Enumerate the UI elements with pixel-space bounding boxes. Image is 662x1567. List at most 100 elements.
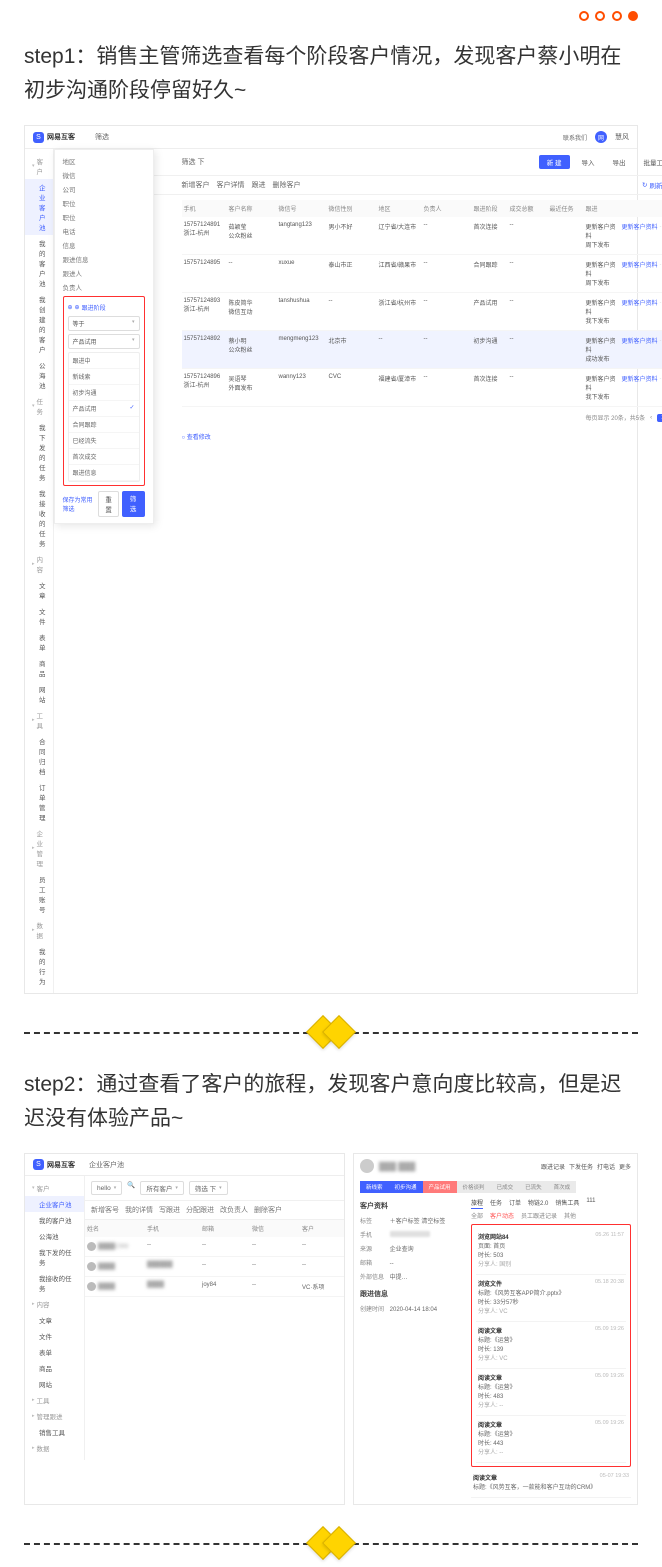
filter-field[interactable]: 信息 <box>63 240 145 250</box>
timeline-tab[interactable]: 111 <box>586 1198 595 1209</box>
sidebar-group[interactable]: 工具 <box>25 707 53 733</box>
stage-step[interactable]: 价格谈判 <box>457 1181 491 1193</box>
sidebar-item[interactable]: 商品 <box>25 1360 84 1376</box>
search-input[interactable]: hello <box>91 1181 122 1195</box>
sidebar-item[interactable]: 表单 <box>25 1344 84 1360</box>
timeline-tab[interactable]: 物链2.0 <box>528 1198 548 1209</box>
sidebar-item[interactable]: 企业客户池 <box>25 1196 84 1212</box>
row-action-link[interactable]: 更新客户资料 <box>622 301 658 307</box>
sidebar-item[interactable]: 我的行为 <box>25 943 53 989</box>
sidebar-group[interactable]: 任务 <box>25 393 53 419</box>
import-button[interactable]: 导入 <box>576 155 601 169</box>
sidebar-item[interactable]: 文件 <box>25 1328 84 1344</box>
timeline-subtab[interactable]: 客户动态 <box>490 1211 514 1220</box>
pager-prev[interactable]: ‹ <box>650 415 652 421</box>
stage-option[interactable]: 已经流失 <box>69 433 139 449</box>
sidebar-item[interactable]: 网站 <box>25 1376 84 1392</box>
filter-field[interactable]: 公司 <box>63 184 145 194</box>
filter-field[interactable]: 跟进人 <box>63 268 145 278</box>
sidebar-item[interactable]: 文章 <box>25 1312 84 1328</box>
sidebar-item[interactable]: 公海池 <box>25 357 53 393</box>
sidebar-item[interactable]: 我接收的任务 <box>25 485 53 551</box>
sidebar-item[interactable]: 商品 <box>25 655 53 681</box>
sidebar-group[interactable]: 企业管理 <box>25 825 53 871</box>
toolbar-item[interactable]: 新增客号 <box>91 1205 119 1215</box>
toolbar-item[interactable]: 改负责人 <box>220 1205 248 1215</box>
filter-field[interactable]: 跟进信息 <box>63 254 145 264</box>
sidebar-item[interactable]: 公海池 <box>25 1228 84 1244</box>
app-logo[interactable]: S 网易互客 <box>33 132 75 143</box>
filter-field[interactable]: 负责人 <box>63 282 145 292</box>
sidebar-item[interactable]: 我的客户池 <box>25 1212 84 1228</box>
filter-field[interactable]: 电话 <box>63 226 145 236</box>
operator-select[interactable]: 等于 <box>68 316 140 331</box>
sidebar-group[interactable]: 管理跟进 <box>25 1408 84 1424</box>
sidebar-group[interactable]: 客户 <box>25 153 53 179</box>
profile-action-button[interactable]: 跟进记录 <box>541 1162 565 1171</box>
sidebar-item[interactable]: 合同归档 <box>25 733 53 779</box>
row-action-link[interactable]: 更新客户资料 <box>622 263 658 269</box>
table-row[interactable]: ████2368-------- <box>85 1237 344 1257</box>
stage-step[interactable]: 新线索 <box>360 1181 389 1193</box>
filter-field[interactable]: 地区 <box>63 156 145 166</box>
sidebar-group[interactable]: 内容 <box>25 1296 84 1312</box>
table-row[interactable]: ██████████------ <box>85 1257 344 1277</box>
toolbar-item[interactable]: 删除客户 <box>273 180 301 190</box>
sidebar-group[interactable]: 数据 <box>25 917 53 943</box>
reset-button[interactable]: 重置 <box>98 491 119 517</box>
stage-step[interactable]: 首次成 <box>548 1181 577 1193</box>
contact-us-link[interactable]: 联系我们 <box>563 133 587 142</box>
timeline-tab[interactable]: 旅程 <box>471 1198 483 1209</box>
sidebar-item[interactable]: 我接收的任务 <box>25 1270 84 1296</box>
export-button[interactable]: 导出 <box>607 155 632 169</box>
stage-step[interactable]: 已流失 <box>519 1181 548 1193</box>
profile-action-button[interactable]: 更多 <box>619 1162 631 1171</box>
stage-option[interactable]: 初步沟通 <box>69 385 139 401</box>
timeline-tab[interactable]: 任务 <box>490 1198 502 1209</box>
row-action-link[interactable]: 更新客户资料 <box>622 377 658 383</box>
stage-option[interactable]: 首次成交 <box>69 449 139 465</box>
stage-option[interactable]: 跟进信息 <box>69 465 139 481</box>
sidebar-item[interactable]: 企业客户池 <box>25 179 53 235</box>
sidebar-item[interactable]: 销售工具 <box>25 1424 84 1440</box>
pager-page[interactable]: 1 <box>657 414 662 422</box>
new-button[interactable]: 新 建 <box>539 155 570 169</box>
stage-value-select[interactable]: 产品试用 <box>68 334 140 349</box>
row-action-link[interactable]: 更新客户资料 <box>622 339 658 345</box>
toolbar-item[interactable]: 客户详情 <box>217 180 245 190</box>
stage-step[interactable]: 已成交 <box>491 1181 520 1193</box>
sidebar-group[interactable]: 内容 <box>25 551 53 577</box>
timeline-subtab[interactable]: 全部 <box>471 1211 483 1220</box>
apply-filter-button[interactable]: 筛 选 <box>122 491 145 517</box>
filter-field[interactable]: 职位 <box>63 212 145 222</box>
search-icon[interactable]: 🔍 <box>127 1181 135 1195</box>
sidebar-group[interactable]: 工具 <box>25 1392 84 1408</box>
timeline-tab[interactable]: 订单 <box>509 1198 521 1209</box>
sidebar-item[interactable]: 我的客户池 <box>25 235 53 291</box>
stage-option[interactable]: 新线索 <box>69 369 139 385</box>
sidebar-item[interactable]: 我创建的客户 <box>25 291 53 357</box>
stage-option[interactable]: 合同跟踪 <box>69 417 139 433</box>
toolbar-item[interactable]: 删除客户 <box>254 1205 282 1215</box>
owner-filter[interactable]: 所有客户 <box>140 1181 184 1195</box>
sidebar-group[interactable]: 客户 <box>25 1180 84 1196</box>
sidebar-item[interactable]: 我下发的任务 <box>25 1244 84 1270</box>
stage-step[interactable]: 产品试用 <box>423 1181 457 1193</box>
toolbar-item[interactable]: 我的详情 <box>125 1205 153 1215</box>
filter-field[interactable]: 微信 <box>63 170 145 180</box>
sidebar-item[interactable]: 文件 <box>25 603 53 629</box>
sidebar-item[interactable]: 订单管理 <box>25 779 53 825</box>
sidebar-group[interactable]: 数据 <box>25 1440 84 1456</box>
filter-field[interactable]: 职位 <box>63 198 145 208</box>
stage-step[interactable]: 初步沟通 <box>389 1181 423 1193</box>
toolbar-item[interactable]: 跟进 <box>252 180 266 190</box>
sidebar-item[interactable]: 我下发的任务 <box>25 419 53 485</box>
profile-action-button[interactable]: 打电话 <box>597 1162 615 1171</box>
toolbar-item[interactable]: 分配跟进 <box>186 1205 214 1215</box>
toolbar-item[interactable]: 新增客户 <box>182 180 210 190</box>
sidebar-item[interactable]: 网站 <box>25 681 53 707</box>
stage-option[interactable]: 产品试用 <box>69 401 139 417</box>
sidebar-item[interactable]: 文章 <box>25 577 53 603</box>
breadcrumb-filter[interactable]: 筛选 下 <box>182 157 205 167</box>
table-row[interactable]: ████████joy84--VC·系项 <box>85 1277 344 1297</box>
